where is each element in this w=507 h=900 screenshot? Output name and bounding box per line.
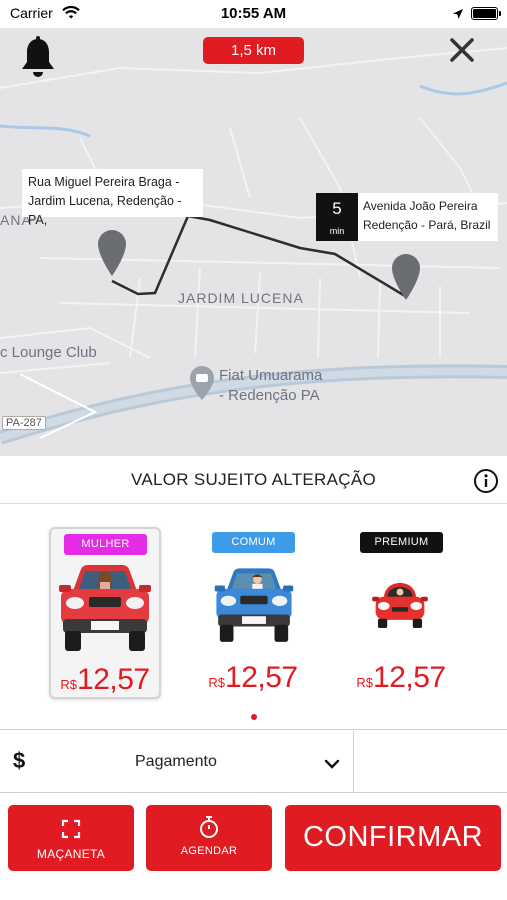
option-amount: 12,57 <box>77 663 150 696</box>
value-title: VALOR SUJEITO ALTERAÇÃO <box>131 470 376 489</box>
map-label-poi-line2: - Redenção PA <box>219 387 320 404</box>
map-label-poi-line1: Fiat Umuarama <box>219 367 323 384</box>
agendar-label: AGENDAR <box>180 845 238 857</box>
payment-divider <box>353 731 354 793</box>
option-comum[interactable]: COMUM R$12,57 <box>199 527 311 699</box>
distance-badge: 1,5 km <box>203 37 304 64</box>
option-price: R$12,57 <box>199 661 307 695</box>
poi-pin-icon <box>190 366 214 405</box>
destination-callout: 5 min Avenida João Pereira Redenção - Pa… <box>316 193 498 241</box>
confirm-button[interactable]: CONFIRMAR <box>285 805 501 871</box>
origin-pin-icon <box>98 230 126 281</box>
chevron-down-icon[interactable] <box>324 756 340 774</box>
macaneta-button[interactable]: MAÇANETA <box>8 805 134 871</box>
vehicle-options: MULHER R$12,57 COMUM R$12,57 PREMIUM R$1… <box>0 505 507 730</box>
location-arrow-icon <box>452 7 464 25</box>
option-amount: 12,57 <box>373 661 446 694</box>
option-premium[interactable]: PREMIUM R$12,57 <box>347 527 459 699</box>
option-badge: PREMIUM <box>360 532 443 553</box>
map-label-club: c Lounge Club <box>0 344 97 361</box>
battery-cap <box>499 11 501 16</box>
action-bar: MAÇANETA AGENDAR CONFIRMAR <box>0 794 507 900</box>
destination-pin-icon <box>392 254 420 305</box>
eta-box: 5 min <box>316 193 358 241</box>
value-header: VALOR SUJEITO ALTERAÇÃO <box>0 456 507 504</box>
payment-selector[interactable]: $ Pagamento <box>0 731 507 793</box>
status-time: 10:55 AM <box>220 5 287 22</box>
expand-icon <box>61 819 81 844</box>
route-map[interactable]: ANA JARDIM LUCENA c Lounge Club Fiat Umu… <box>0 28 507 456</box>
page-indicator-dot <box>251 714 257 720</box>
payment-label: Pagamento <box>135 753 217 770</box>
agendar-button[interactable]: AGENDAR <box>146 805 272 871</box>
car-premium-icon <box>372 582 428 629</box>
bell-icon[interactable] <box>20 36 56 83</box>
dollar-icon: $ <box>13 748 26 773</box>
option-price: R$12,57 <box>347 661 455 695</box>
option-currency: R$ <box>356 675 374 690</box>
map-label-neighborhood: JARDIM LUCENA <box>178 290 304 306</box>
macaneta-label: MAÇANETA <box>36 847 106 861</box>
option-price: R$12,57 <box>51 663 159 697</box>
eta-unit: min <box>329 226 345 236</box>
option-amount: 12,57 <box>225 661 298 694</box>
road-shield: PA-287 <box>2 416 46 430</box>
origin-callout: Rua Miguel Pereira Braga - Jardim Lucena… <box>22 169 203 227</box>
option-mulher[interactable]: MULHER R$12,57 <box>49 527 161 699</box>
car-man-icon <box>214 568 294 642</box>
car-woman-icon <box>59 565 151 651</box>
info-icon[interactable] <box>473 468 499 499</box>
eta-value: 5 <box>332 199 342 218</box>
option-badge: MULHER <box>64 534 147 555</box>
destination-address: Avenida João Pereira Redenção - Pará, Br… <box>363 199 491 232</box>
stopwatch-icon <box>198 815 220 844</box>
confirm-label: CONFIRMAR <box>302 821 484 853</box>
status-bar: Carrier 10:55 AM <box>0 0 507 28</box>
close-icon[interactable] <box>448 36 476 69</box>
option-badge: COMUM <box>212 532 295 553</box>
battery-icon <box>471 7 498 20</box>
option-currency: R$ <box>208 675 226 690</box>
option-currency: R$ <box>60 677 78 692</box>
